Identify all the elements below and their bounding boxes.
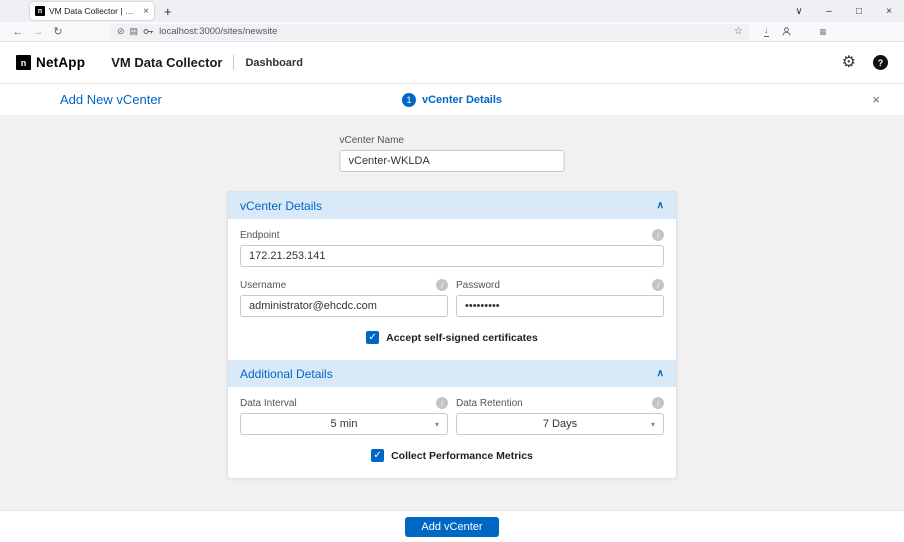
browser-tab-strip: n VM Data Collector | NetApp × + ∨ – □ ×: [0, 0, 904, 22]
vcenter-details-header[interactable]: vCenter Details ∧: [228, 192, 676, 219]
site-info-icon[interactable]: ▤: [130, 27, 139, 36]
step-label: vCenter Details: [422, 94, 502, 106]
caret-down-icon: ▾: [651, 420, 655, 429]
vcenter-name-field[interactable]: [340, 150, 565, 172]
nav-item-dashboard[interactable]: Dashboard: [245, 57, 302, 69]
data-interval-column: Data Interval i 5 min ▾: [240, 397, 448, 435]
collapse-chevron-icon[interactable]: ∧: [657, 200, 664, 211]
help-icon[interactable]: ?: [873, 55, 888, 70]
data-interval-label-row: Data Interval i: [240, 397, 448, 409]
vcenter-details-title: vCenter Details: [240, 199, 322, 213]
netapp-logo[interactable]: n NetApp: [16, 55, 85, 70]
wizard-footer: Add vCenter: [0, 510, 904, 542]
password-label: Password: [456, 280, 500, 291]
downloads-icon[interactable]: ↓: [764, 26, 769, 37]
app-title: VM Data Collector: [111, 55, 222, 70]
accept-cert-label: Accept self-signed certificates: [386, 332, 538, 344]
endpoint-label: Endpoint: [240, 230, 279, 241]
browser-toolbar-icons: ↓ ≡: [764, 26, 827, 38]
accept-cert-checkbox[interactable]: ✓: [366, 331, 379, 344]
username-label: Username: [240, 280, 286, 291]
data-retention-label: Data Retention: [456, 398, 523, 409]
wizard-close-icon[interactable]: ×: [872, 93, 880, 106]
data-interval-value: 5 min: [331, 418, 358, 430]
settings-gear-icon[interactable]: ⚙: [842, 55, 856, 71]
data-interval-select[interactable]: 5 min ▾: [240, 413, 448, 435]
forward-button[interactable]: →: [28, 26, 48, 38]
tab-close-icon[interactable]: ×: [143, 6, 149, 17]
caret-down-icon: ▾: [435, 420, 439, 429]
endpoint-field[interactable]: [240, 245, 664, 267]
password-label-row: Password i: [456, 279, 664, 291]
maximize-button[interactable]: □: [844, 6, 874, 17]
step-number-badge: 1: [402, 93, 416, 107]
bookmark-star-icon[interactable]: ☆: [734, 26, 743, 37]
netapp-logo-icon: n: [16, 55, 31, 70]
tracking-protection-icon[interactable]: ⊘: [117, 27, 125, 36]
additional-details-body: Data Interval i 5 min ▾ Data Retention i…: [228, 387, 676, 478]
collect-metrics-label: Collect Performance Metrics: [391, 450, 533, 462]
header-actions: ⚙ ?: [842, 55, 888, 71]
browser-tab[interactable]: n VM Data Collector | NetApp ×: [30, 2, 154, 20]
account-icon[interactable]: [781, 26, 792, 37]
credentials-row: Username i Password i: [240, 279, 664, 317]
close-window-button[interactable]: ×: [874, 6, 904, 17]
step-indicator: 1 vCenter Details: [402, 93, 502, 107]
username-info-icon[interactable]: i: [436, 279, 448, 291]
collect-metrics-checkbox[interactable]: ✓: [371, 449, 384, 462]
data-retention-label-row: Data Retention i: [456, 397, 664, 409]
url-bar[interactable]: ⊘ ▤ localhost:3000/sites/newsite ☆: [110, 24, 750, 40]
username-label-row: Username i: [240, 279, 448, 291]
certificates-checkbox-row: ✓ Accept self-signed certificates: [240, 331, 664, 344]
browser-navbar: ← → ↻ ⊘ ▤ localhost:3000/sites/newsite ☆…: [0, 22, 904, 42]
window-controls: ∨ – □ ×: [784, 0, 904, 22]
interval-retention-row: Data Interval i 5 min ▾ Data Retention i…: [240, 397, 664, 435]
brand-name: NetApp: [36, 55, 85, 70]
endpoint-label-row: Endpoint i: [240, 229, 664, 241]
nav-divider: [233, 55, 234, 70]
vcenter-form-card: vCenter Details ∧ Endpoint i Username i: [227, 191, 677, 479]
new-tab-button[interactable]: +: [164, 5, 172, 18]
username-field[interactable]: [240, 295, 448, 317]
url-text: localhost:3000/sites/newsite: [159, 26, 277, 37]
data-retention-select[interactable]: 7 Days ▾: [456, 413, 664, 435]
additional-details-header[interactable]: Additional Details ∧: [228, 360, 676, 387]
menu-icon[interactable]: ≡: [820, 26, 827, 38]
password-column: Password i: [456, 279, 664, 317]
additional-details-title: Additional Details: [240, 367, 333, 381]
data-interval-info-icon[interactable]: i: [436, 397, 448, 409]
app-header: n NetApp VM Data Collector Dashboard ⚙ ?: [0, 42, 904, 84]
data-retention-column: Data Retention i 7 Days ▾: [456, 397, 664, 435]
wizard-header: Add New vCenter 1 vCenter Details ×: [0, 84, 904, 115]
vcenter-details-body: Endpoint i Username i Password i: [228, 219, 676, 360]
data-interval-label: Data Interval: [240, 398, 297, 409]
data-retention-info-icon[interactable]: i: [652, 397, 664, 409]
minimize-button[interactable]: –: [814, 6, 844, 17]
vcenter-name-block: vCenter Name: [340, 135, 565, 172]
vcenter-name-label: vCenter Name: [340, 135, 565, 146]
form-content: vCenter Name vCenter Details ∧ Endpoint …: [0, 115, 904, 510]
tab-favicon-icon: n: [35, 6, 45, 16]
endpoint-info-icon[interactable]: i: [652, 229, 664, 241]
collapse-chevron-icon[interactable]: ∧: [657, 368, 664, 379]
refresh-button[interactable]: ↻: [48, 25, 68, 38]
metrics-checkbox-row: ✓ Collect Performance Metrics: [240, 449, 664, 462]
data-retention-value: 7 Days: [543, 418, 577, 430]
username-column: Username i: [240, 279, 448, 317]
add-vcenter-button[interactable]: Add vCenter: [405, 517, 498, 537]
tab-title: VM Data Collector | NetApp: [49, 6, 139, 16]
password-field[interactable]: [456, 295, 664, 317]
https-key-icon: [143, 27, 154, 36]
window-menu-icon[interactable]: ∨: [784, 6, 814, 17]
page-title: Add New vCenter: [60, 92, 162, 107]
back-button[interactable]: ←: [8, 26, 28, 38]
password-info-icon[interactable]: i: [652, 279, 664, 291]
